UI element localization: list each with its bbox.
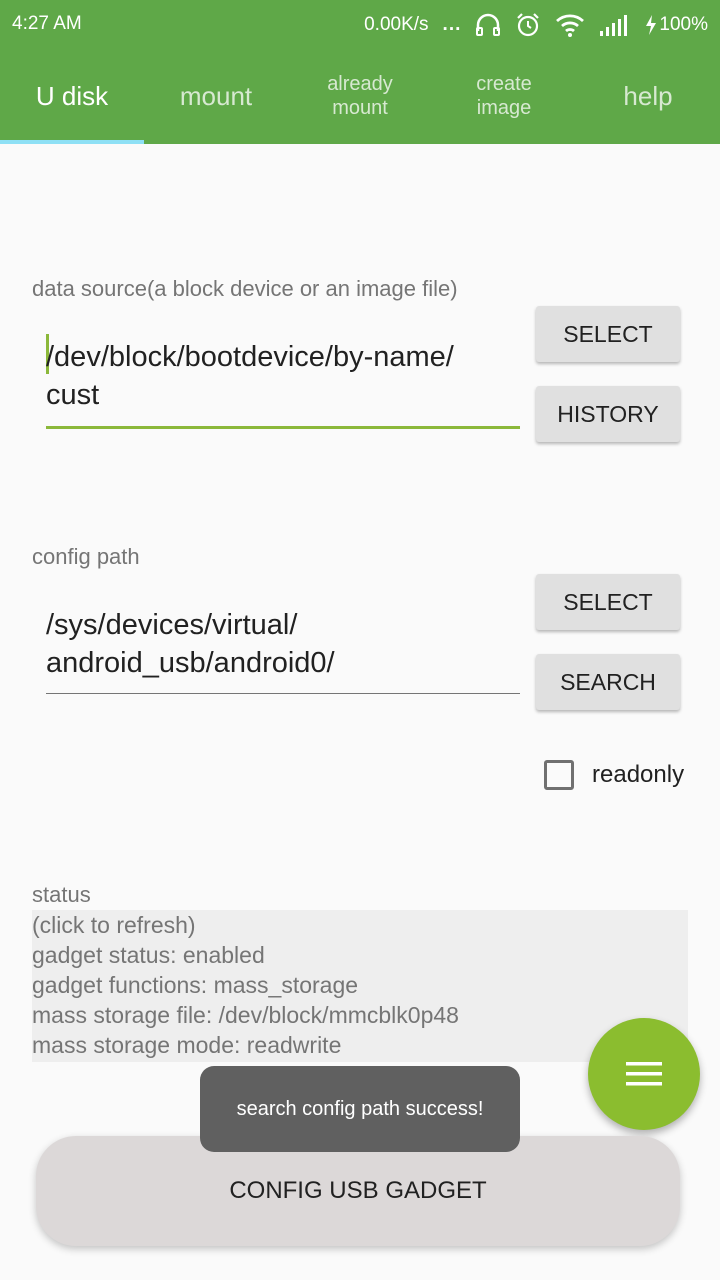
tab-mount[interactable]: mount: [144, 48, 288, 144]
menu-fab[interactable]: [588, 1018, 700, 1130]
battery-level: 100%: [659, 14, 708, 35]
search-button[interactable]: SEARCH: [536, 654, 680, 710]
status-line: mass storage file: /dev/block/mmcblk0p48: [32, 1002, 459, 1028]
data-source-select-button[interactable]: SELECT: [536, 306, 680, 362]
readonly-checkbox[interactable]: [544, 760, 574, 790]
data-source-underline: [46, 426, 520, 429]
alarm-icon: [515, 12, 541, 38]
history-button[interactable]: HISTORY: [536, 386, 680, 442]
tab-already-mount[interactable]: already mount: [288, 48, 432, 144]
toast-message: search config path success!: [200, 1066, 520, 1152]
data-source-label: data source(a block device or an image f…: [32, 276, 458, 301]
tab-help[interactable]: help: [576, 48, 720, 144]
config-path-select-button[interactable]: SELECT: [536, 574, 680, 630]
status-panel[interactable]: (click to refresh) gadget status: enable…: [32, 910, 688, 1062]
status-icons: 0.00K/s ... 100%: [364, 12, 708, 38]
status-line: mass storage mode: readwrite: [32, 1032, 342, 1058]
tab-bar: U disk mount already mount create image …: [0, 48, 720, 144]
data-source-input[interactable]: /dev/block/bootdevice/by-name/ cust: [46, 338, 520, 414]
wifi-icon: [555, 13, 585, 37]
config-usb-gadget-button[interactable]: CONFIG USB GADGET: [36, 1136, 680, 1246]
tab-u-disk[interactable]: U disk: [0, 48, 144, 144]
status-time: 4:27 AM: [12, 13, 82, 34]
tab-label: help: [623, 81, 673, 111]
status-line: gadget functions: mass_storage: [32, 972, 359, 998]
headset-icon: [475, 13, 501, 37]
network-speed: 0.00K/s: [364, 14, 429, 35]
status-line: gadget status: enabled: [32, 942, 265, 968]
tab-label: create image: [476, 73, 532, 119]
readonly-option[interactable]: readonly: [544, 760, 684, 790]
more-dots: ...: [442, 14, 462, 35]
readonly-label: readonly: [592, 761, 685, 788]
config-path-label: config path: [32, 544, 140, 569]
config-path-underline: [46, 693, 520, 694]
status-bar: 4:27 AM 0.00K/s ... 100%: [0, 0, 720, 48]
tab-label: U disk: [35, 81, 109, 111]
tab-label: mount: [179, 81, 253, 111]
status-label: status: [32, 882, 91, 907]
signal-icon: [599, 13, 631, 37]
status-line: (click to refresh): [32, 912, 196, 938]
battery-charging-icon: 100%: [645, 14, 708, 36]
tab-label: already mount: [327, 73, 393, 119]
config-path-input[interactable]: /sys/devices/virtual/ android_usb/androi…: [46, 606, 520, 682]
menu-icon: [626, 1062, 662, 1086]
tab-create-image[interactable]: create image: [432, 48, 576, 144]
